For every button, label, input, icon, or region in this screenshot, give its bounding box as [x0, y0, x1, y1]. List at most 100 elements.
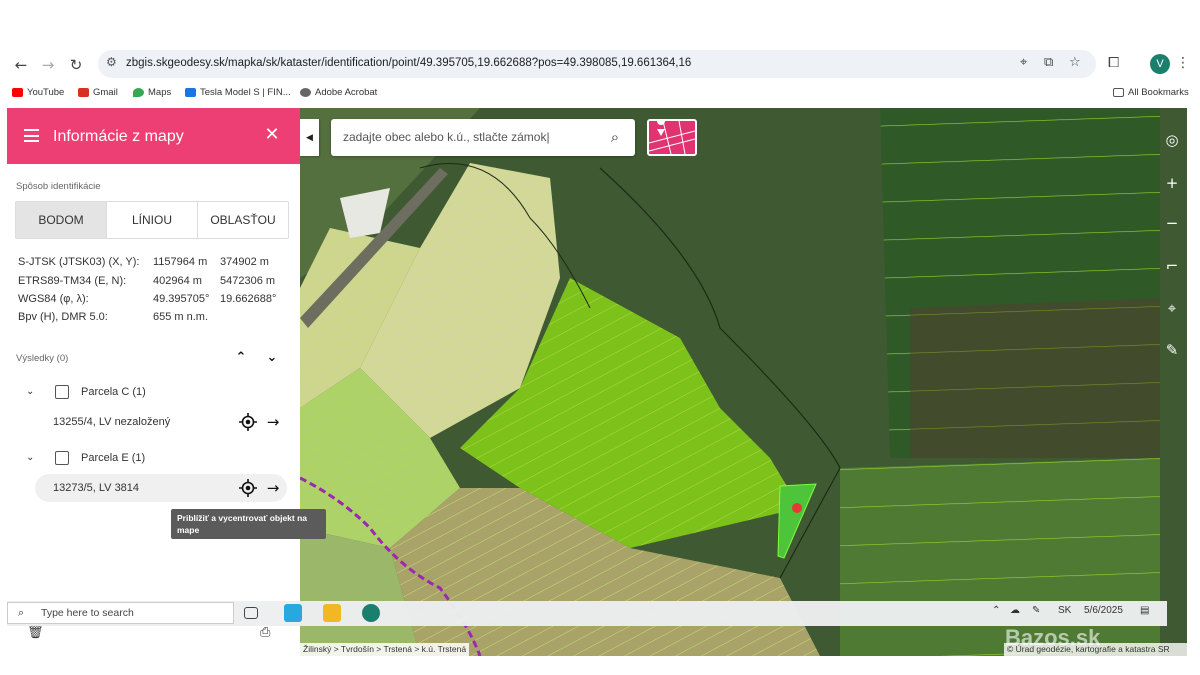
gmail-icon: [78, 88, 89, 97]
group-label: Parcela E (1): [81, 452, 146, 464]
map-canvas[interactable]: [300, 108, 1187, 656]
zoom-out-icon[interactable]: −: [1162, 213, 1182, 233]
coord-value-1: 1157964 m: [153, 256, 208, 268]
parcel-item[interactable]: 13273/5, LV 3814 →: [35, 474, 287, 502]
bookmark-star-icon[interactable]: ☆: [1069, 55, 1081, 70]
coord-value-2: 19.662688°: [220, 293, 277, 305]
location-icon[interactable]: ⌖: [1020, 55, 1027, 70]
mode-line-button[interactable]: LÍNIOU: [107, 202, 198, 238]
watermark-text: Bazos.sk: [1005, 625, 1101, 650]
group-parcela-c: ⌄ Parcela C (1): [7, 381, 300, 405]
bookmark-tesla[interactable]: Tesla Model S | FIN...: [185, 87, 291, 98]
browser-toolbar: ← → ↻ ⚙ zbgis.skgeodesy.sk/mapka/sk/kata…: [0, 48, 1200, 82]
forward-icon[interactable]: →: [38, 55, 58, 75]
place-icon[interactable]: ⌖: [1162, 298, 1182, 318]
taskbar-search-text: Type here to search: [41, 607, 134, 619]
search-icon: ⌕: [18, 606, 25, 619]
coord-label: WGS84 (φ, λ):: [18, 293, 89, 305]
parcel-item[interactable]: 13255/4, LV nezaložený →: [35, 408, 287, 436]
identification-mode-switch: BODOM LÍNIOU OBLASŤOU: [15, 201, 289, 239]
map-search: ⌕: [331, 119, 635, 156]
language-indicator[interactable]: SK: [1058, 605, 1071, 616]
coord-label: S-JTSK (JTSK03) (X, Y):: [18, 256, 140, 268]
pen-icon[interactable]: ✎: [1032, 605, 1040, 616]
print-icon[interactable]: ⎙: [260, 625, 270, 640]
center-on-map-icon[interactable]: [239, 479, 257, 497]
file-explorer-icon[interactable]: [323, 604, 341, 622]
panel-header: Informácie z mapy ✕: [7, 108, 300, 164]
location-breadcrumb: Žilinský > Tvrdošín > Trstená > k.ú. Trs…: [300, 643, 470, 656]
youtube-icon: [12, 88, 23, 97]
extensions-icon[interactable]: ⧠: [1108, 55, 1119, 71]
bookmark-gmail[interactable]: Gmail: [78, 87, 118, 98]
map-tools-strip: ◎ + − ⌐ ⌖ ✎: [1156, 108, 1187, 656]
taskbar-search[interactable]: ⌕ Type here to search: [7, 602, 234, 624]
coord-label: Bpv (H), DMR 5.0:: [18, 311, 108, 323]
show-hidden-icons[interactable]: ⌃: [992, 605, 1000, 616]
identified-point-marker: [792, 503, 802, 513]
aerial-map-image: [300, 108, 1187, 656]
install-app-icon[interactable]: ⧉: [1044, 55, 1053, 70]
arrow-right-icon[interactable]: →: [263, 412, 283, 432]
group-parcela-e: ⌄ Parcela E (1): [7, 447, 300, 471]
address-bar[interactable]: ⚙ zbgis.skgeodesy.sk/mapka/sk/kataster/i…: [98, 50, 1096, 78]
search-input[interactable]: [343, 130, 603, 144]
bookmarks-bar: YouTube Gmail Maps Tesla Model S | FIN..…: [0, 82, 1200, 106]
bookmark-maps[interactable]: Maps: [133, 87, 171, 98]
close-icon[interactable]: ✕: [262, 125, 282, 145]
draw-icon[interactable]: ✎: [1162, 340, 1182, 360]
windows-taskbar: ⌕ Type here to search ⌃ ☁ ✎ SK 5/6/2025 …: [7, 601, 1167, 626]
collapse-panel-button[interactable]: ◀: [300, 119, 319, 156]
center-object-tooltip: Priblížiť a vycentrovať objekt na mape: [171, 509, 326, 539]
all-bookmarks[interactable]: All Bookmarks: [1113, 87, 1189, 98]
zoom-in-icon[interactable]: +: [1162, 173, 1182, 193]
arrow-right-icon[interactable]: →: [263, 478, 283, 498]
center-on-map-icon[interactable]: [239, 413, 257, 431]
coord-value-2: 5472306 m: [220, 275, 276, 287]
profile-avatar[interactable]: V: [1150, 54, 1170, 74]
panel-title: Informácie z mapy: [53, 128, 184, 145]
group-label: Parcela C (1): [81, 386, 146, 398]
coord-value-1: 49.395705°: [153, 293, 210, 305]
task-view-icon[interactable]: [244, 607, 258, 619]
search-icon[interactable]: ⌕: [605, 127, 625, 147]
clock-date[interactable]: 5/6/2025: [1084, 605, 1123, 616]
measure-icon[interactable]: ⌐: [1162, 256, 1182, 276]
coord-label: ETRS89-TM34 (E, N):: [18, 275, 127, 287]
notifications-icon[interactable]: ▤: [1140, 605, 1149, 616]
collapse-all-icon[interactable]: ⌄: [265, 351, 279, 365]
results-label: Výsledky (0): [16, 353, 69, 364]
trash-icon[interactable]: 🗑: [27, 625, 44, 640]
tesla-fin-icon: [185, 88, 196, 97]
coord-value-1: 402964 m: [153, 275, 202, 287]
bookmark-adobe[interactable]: Adobe Acrobat: [300, 87, 377, 98]
globe-icon: [300, 88, 311, 97]
menu-icon[interactable]: ⋮: [1176, 55, 1190, 71]
edge-icon[interactable]: [284, 604, 302, 622]
identification-label: Spôsob identifikácie: [16, 181, 101, 192]
site-info-icon[interactable]: ⚙: [106, 55, 117, 69]
chevron-down-icon[interactable]: ⌄: [26, 452, 34, 463]
cadastre-layer-button[interactable]: [647, 119, 697, 156]
bookmark-youtube[interactable]: YouTube: [12, 87, 64, 98]
locate-icon[interactable]: ◎: [1162, 130, 1182, 150]
parcel-label: 13273/5, LV 3814: [53, 482, 140, 494]
group-checkbox[interactable]: [55, 451, 69, 465]
chrome-icon[interactable]: [362, 604, 380, 622]
map-pin-icon: [649, 121, 695, 154]
maps-icon: [133, 88, 144, 97]
folder-icon: [1113, 88, 1124, 97]
back-icon[interactable]: ←: [11, 55, 31, 75]
network-icon[interactable]: ☁: [1010, 605, 1020, 616]
coord-value-2: 374902 m: [220, 256, 269, 268]
reload-icon[interactable]: ↻: [66, 55, 86, 75]
hamburger-menu-icon[interactable]: [24, 129, 39, 142]
group-checkbox[interactable]: [55, 385, 69, 399]
url-text[interactable]: zbgis.skgeodesy.sk/mapka/sk/kataster/ide…: [126, 57, 691, 69]
mode-point-button[interactable]: BODOM: [16, 202, 107, 238]
chevron-down-icon[interactable]: ⌄: [26, 386, 34, 397]
expand-all-icon[interactable]: ⌃: [234, 351, 248, 365]
mode-area-button[interactable]: OBLASŤOU: [198, 202, 288, 238]
parcel-label: 13255/4, LV nezaložený: [53, 416, 171, 428]
coord-value-1: 655 m n.m.: [153, 311, 209, 323]
